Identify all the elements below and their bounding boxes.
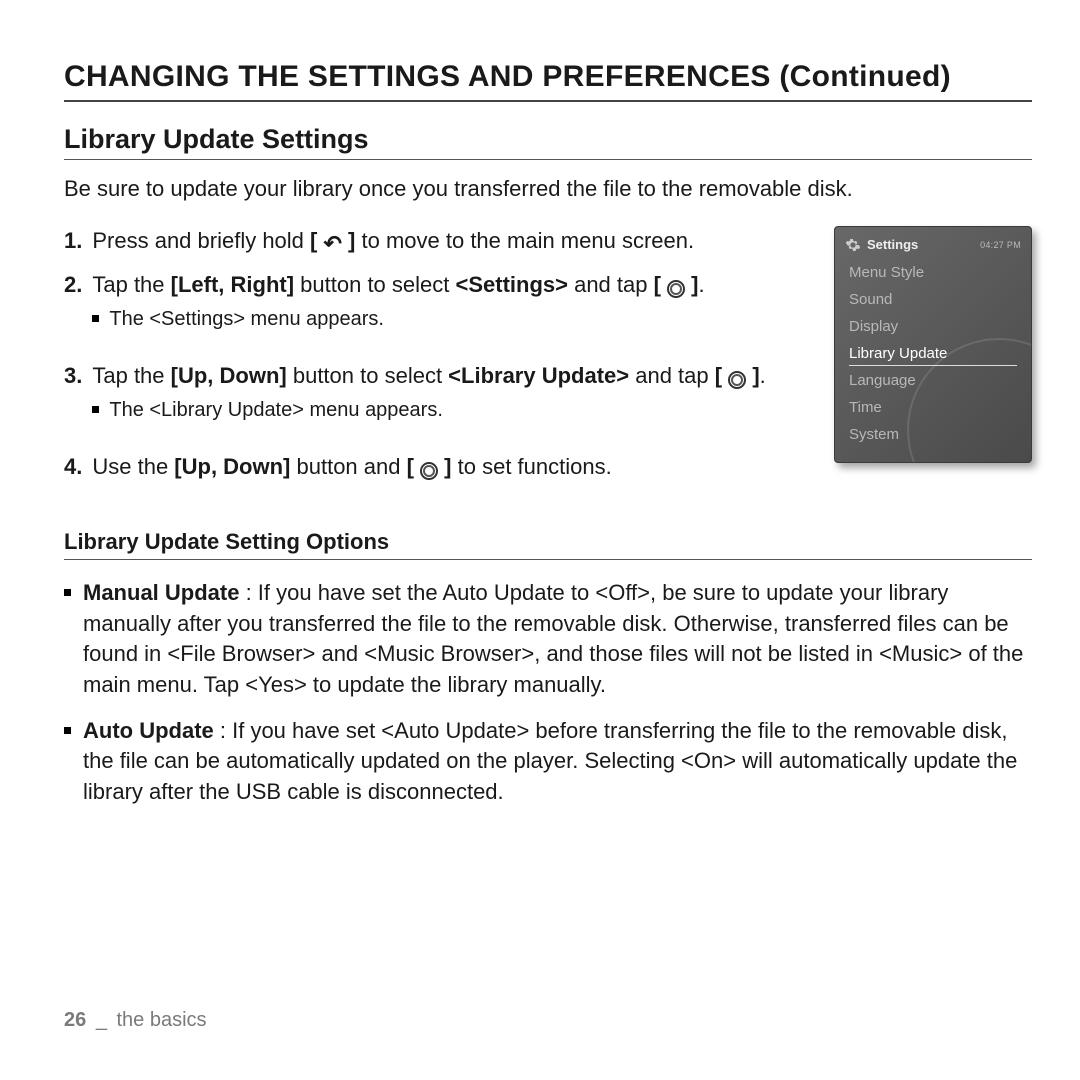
option-bold: Auto Update [83, 718, 214, 743]
step-number: 1. [64, 226, 82, 259]
option-item: Auto Update : If you have set <Auto Upda… [64, 716, 1032, 807]
footer-label: the basics [117, 1009, 207, 1031]
steps-list: 1. Press and briefly hold [ ↶ ] to move … [64, 226, 806, 494]
select-icon [667, 280, 685, 298]
option-bold: Manual Update [83, 580, 239, 605]
options-title: Library Update Setting Options [64, 529, 1032, 560]
device-menu-item: Sound [835, 286, 1031, 313]
device-menu-item: Menu Style [835, 259, 1031, 286]
step-1: 1. Press and briefly hold [ ↶ ] to move … [64, 226, 806, 259]
device-status: 04:27 PM [980, 240, 1021, 250]
step-text: button to select [287, 363, 448, 388]
bullet-icon [92, 406, 99, 413]
step-number: 3. [64, 361, 82, 440]
step-3: 3. Tap the [Up, Down] button to select <… [64, 361, 806, 440]
device-menu-item-selected: Library Update [835, 340, 1031, 367]
select-icon [728, 371, 746, 389]
back-icon: ↶ [323, 229, 341, 259]
step-text: to move to the main menu screen. [355, 228, 694, 253]
step-bold: <Settings> [455, 272, 567, 297]
footer-sep: _ [96, 1009, 107, 1031]
step-text: button to select [294, 272, 455, 297]
step-text: and tap [629, 363, 715, 388]
bullet-icon [64, 727, 71, 734]
step-2: 2. Tap the [Left, Right] button to selec… [64, 270, 806, 349]
step-text: to set functions. [452, 454, 612, 479]
step-text: . [699, 272, 705, 297]
step-text: Use the [92, 454, 174, 479]
step-number: 4. [64, 452, 82, 482]
step-sub: The <Settings> menu appears. [92, 306, 806, 333]
option-item: Manual Update : If you have set the Auto… [64, 578, 1032, 699]
step-sub: The <Library Update> menu appears. [92, 397, 806, 424]
device-menu-item: Display [835, 313, 1031, 340]
bullet-icon [92, 315, 99, 322]
device-menu-item: Time [835, 394, 1031, 421]
section-title: Library Update Settings [64, 124, 1032, 160]
intro-text: Be sure to update your library once you … [64, 174, 984, 204]
step-bold: [Up, Down] [171, 363, 287, 388]
step-text: Press and briefly hold [92, 228, 310, 253]
device-menu-item: Language [835, 367, 1031, 394]
step-bold: [Up, Down] [174, 454, 290, 479]
step-text: . [760, 363, 766, 388]
step-text: and tap [568, 272, 654, 297]
step-text: button and [290, 454, 406, 479]
gear-icon [845, 237, 861, 253]
device-title: Settings [867, 237, 918, 252]
option-text: : If you have set <Auto Update> before t… [83, 718, 1017, 804]
step-text: Tap the [92, 363, 170, 388]
page-title: CHANGING THE SETTINGS AND PREFERENCES (C… [64, 60, 1032, 102]
select-icon [420, 462, 438, 480]
step-text: Tap the [92, 272, 170, 297]
bullet-icon [64, 589, 71, 596]
page-number: 26 [64, 1009, 86, 1031]
step-bold: [Left, Right] [171, 272, 294, 297]
device-screenshot: Settings 04:27 PM Menu Style Sound Displ… [834, 226, 1032, 463]
page-footer: 26 _ the basics [64, 1009, 207, 1032]
step-4: 4. Use the [Up, Down] button and [ ] to … [64, 452, 806, 482]
step-bold: <Library Update> [448, 363, 629, 388]
device-menu-item: System [835, 421, 1031, 448]
step-number: 2. [64, 270, 82, 349]
